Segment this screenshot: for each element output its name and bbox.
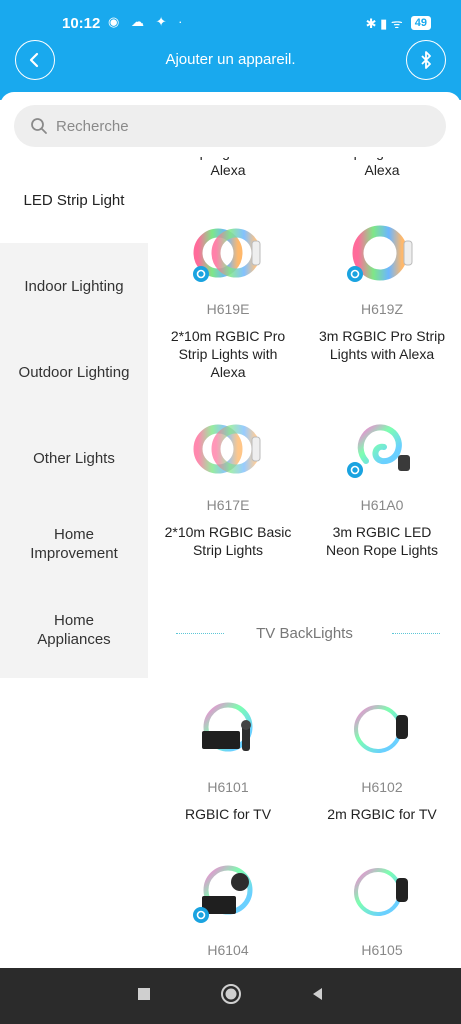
product-name-cut: Strip Lights with Alexa: [179, 157, 278, 178]
bluetooth-button[interactable]: [406, 40, 446, 80]
product-model: H61A0: [360, 497, 404, 513]
sidebar-item-label: Indoor Lighting: [24, 277, 124, 295]
sidebar-item-label: Home Appliances: [37, 612, 111, 648]
system-nav-bar: [0, 968, 461, 1024]
sidebar-item-label: Other Lights: [33, 449, 115, 467]
product-card-h619e[interactable]: H619E 2*10m RGBIC Pro Strip Lights with …: [150, 219, 306, 381]
notification-icons: ◉ ☁ ✦ ·: [108, 14, 187, 29]
sidebar-item-outdoor-lighting[interactable]: Outdoor Lighting: [0, 329, 148, 415]
search-bar[interactable]: Recherche: [14, 105, 446, 147]
system-icons: ✱ ▮ ᯤ 49: [366, 14, 431, 32]
product-card-h6101[interactable]: H6101 RGBIC for TV: [150, 697, 306, 823]
signal-icons: ✱ ▮ ᯤ: [365, 16, 403, 31]
square-icon[interactable]: [129, 986, 159, 1007]
circle-home-icon[interactable]: [216, 983, 246, 1010]
device-sheet: Recherche LED Strip Light Indoor Lightin…: [0, 92, 461, 968]
search-icon: [31, 118, 47, 134]
product-card-h617e[interactable]: H617E 2*10m RGBIC Basic Strip Lights: [150, 415, 306, 559]
triangle-back-icon[interactable]: [303, 986, 333, 1007]
tv-backlight-image: [346, 697, 418, 769]
status-time: 10:12: [62, 15, 101, 32]
neon-rope-image: [346, 415, 418, 487]
category-sidebar: LED Strip Light Indoor Lighting Outdoor …: [0, 157, 148, 678]
product-card-h619z[interactable]: H619Z 3m RGBIC Pro Strip Lights with Ale…: [304, 219, 460, 363]
product-card-h61a0[interactable]: H61A0 3m RGBIC LED Neon Rope Lights: [304, 415, 460, 559]
product-model: H6105: [361, 942, 403, 958]
product-name: 2m RGBIC for TV: [327, 806, 437, 822]
sidebar-item-other-lights[interactable]: Other Lights: [0, 415, 148, 501]
sidebar-item-label: Outdoor Lighting: [18, 363, 130, 381]
product-name: RGBIC for TV: [184, 806, 272, 822]
product-model: H6104: [207, 942, 249, 958]
product-model: H6101: [207, 779, 249, 795]
product-name: 3m RGBIC LED Neon Rope Lights: [325, 524, 439, 558]
section-title-tv-backlights: TV BackLights: [256, 625, 353, 642]
sidebar-item-home-appliances[interactable]: Home Appliances: [0, 587, 148, 673]
search-placeholder: Recherche: [56, 117, 129, 135]
tv-backlight-image: [346, 860, 418, 932]
product-name: 2*10m RGBIC Pro Strip Lights with Alexa: [170, 328, 286, 380]
product-model: H619E: [206, 301, 250, 317]
product-card-h6105[interactable]: H6105: [304, 860, 460, 958]
sidebar-item-label: LED Strip Light: [23, 191, 125, 209]
product-name: 3m RGBIC Pro Strip Lights with Alexa: [318, 328, 446, 362]
status-bar: 10:12 ◉ ☁ ✦ · ✱ ▮ ᯤ 49: [0, 0, 461, 48]
tv-backlight-image: [192, 860, 264, 932]
product-model: H617E: [206, 497, 250, 513]
product-model: H619Z: [360, 301, 404, 317]
product-card-h6102[interactable]: H6102 2m RGBIC for TV: [304, 697, 460, 823]
bluetooth-icon: [421, 51, 431, 69]
sidebar-item-home-improvement[interactable]: Home Improvement: [0, 501, 148, 587]
product-grid: Strip Lights with Alexa Strip Lights wit…: [148, 157, 461, 968]
strip-light-image: [192, 219, 264, 291]
tv-backlight-image: [192, 697, 264, 769]
strip-light-image: [346, 219, 418, 291]
sidebar-item-indoor-lighting[interactable]: Indoor Lighting: [0, 243, 148, 329]
sidebar-item-led-strip-light[interactable]: LED Strip Light: [0, 157, 148, 243]
product-name-cut: Strip Lights with Alexa: [333, 157, 432, 178]
page-title: Ajouter un appareil.: [165, 51, 296, 68]
product-card-h6104[interactable]: H6104: [150, 860, 306, 958]
strip-light-image: [192, 415, 264, 487]
product-model: H6102: [361, 779, 403, 795]
product-name: 2*10m RGBIC Basic Strip Lights: [164, 524, 292, 558]
battery-icon: 49: [410, 16, 431, 30]
sidebar-item-label: Home Improvement: [30, 526, 118, 562]
section-divider-right: [392, 633, 440, 634]
